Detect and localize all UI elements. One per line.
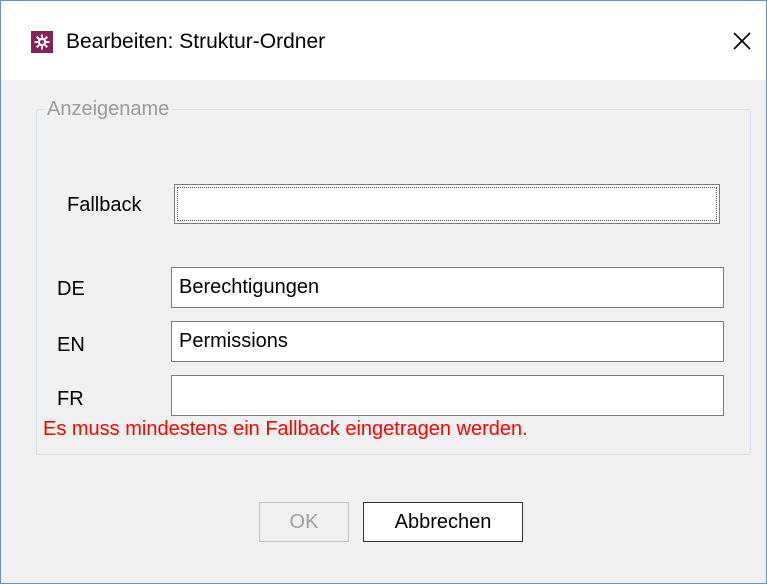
error-message: Es muss mindestens ein Fallback eingetra… xyxy=(43,418,528,440)
window-title: Bearbeiten: Struktur-Ordner xyxy=(66,30,326,53)
de-label: DE xyxy=(57,278,85,300)
gear-icon xyxy=(31,31,53,53)
fallback-label: Fallback xyxy=(67,194,142,216)
fallback-input[interactable] xyxy=(174,184,720,224)
ok-button[interactable]: OK xyxy=(259,502,349,542)
title-bar: Bearbeiten: Struktur-Ordner xyxy=(1,1,766,80)
dialog-window: Bearbeiten: Struktur-Ordner Anzeigename … xyxy=(0,0,767,584)
fr-label: FR xyxy=(57,388,84,410)
display-name-group: Anzeigename Fallback DE Berechtigungen E… xyxy=(36,96,751,455)
dialog-body: Anzeigename Fallback DE Berechtigungen E… xyxy=(1,80,766,583)
close-button[interactable] xyxy=(724,23,760,59)
group-legend: Anzeigename xyxy=(44,96,173,122)
de-input[interactable]: Berechtigungen xyxy=(171,267,724,308)
en-input[interactable]: Permissions xyxy=(171,321,724,362)
en-label: EN xyxy=(57,334,85,356)
cancel-button[interactable]: Abbrechen xyxy=(363,502,523,542)
close-icon xyxy=(733,32,751,50)
fr-input[interactable] xyxy=(171,375,724,416)
